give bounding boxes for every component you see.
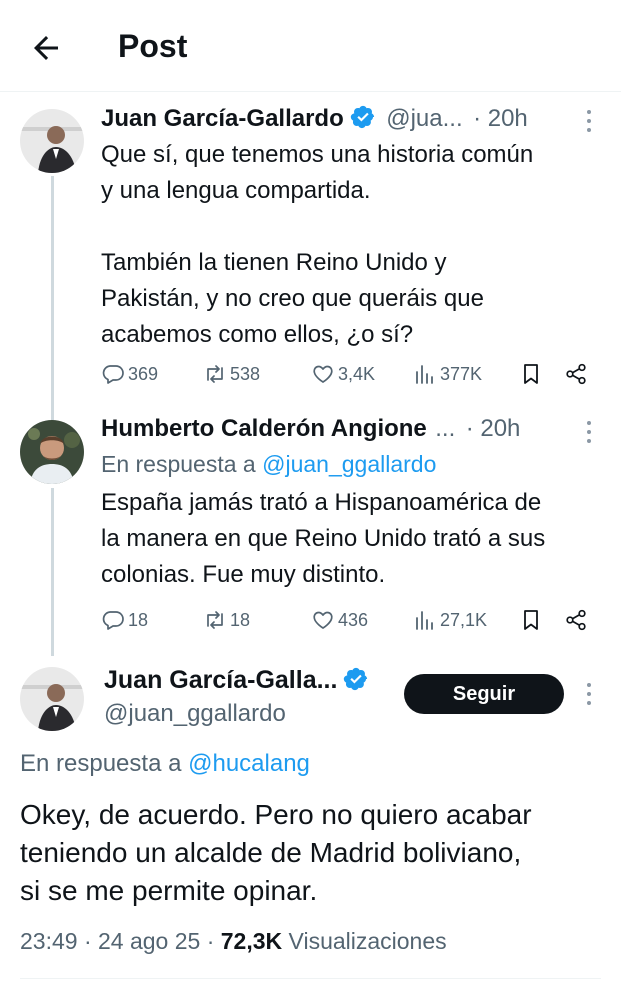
reply-count: 18 (128, 609, 149, 630)
bookmark-button[interactable] (519, 359, 546, 389)
like-button[interactable]: 436 (311, 605, 368, 635)
bookmark-icon (524, 364, 538, 384)
author-name[interactable]: Humberto Calderón Angione (101, 415, 427, 442)
like-count: 3,4K (338, 363, 376, 384)
thread-line (51, 176, 54, 422)
like-button[interactable]: 3,4K (311, 359, 375, 389)
post-actions: 369 538 3,4K 377K (101, 359, 601, 389)
verified-badge-icon (344, 667, 368, 691)
author-handle[interactable]: @juan_ggallardo (104, 700, 286, 728)
reply-prefix: En respuesta a (20, 750, 189, 777)
post-timestamp[interactable]: 23:49 · 24 ago 25 · (20, 928, 221, 954)
heart-icon (313, 365, 333, 383)
bookmark-button[interactable] (519, 605, 546, 635)
follow-button[interactable]: Seguir (404, 674, 564, 714)
divider (20, 978, 601, 979)
post-header: Juan García-Gallardo @jua... · 20h (101, 104, 528, 133)
verified-badge-icon (350, 105, 374, 129)
repost-button[interactable]: 538 (203, 359, 260, 389)
post-line: teniendo un alcalde de Madrid boliviano, (20, 837, 522, 868)
heart-icon (313, 611, 333, 629)
share-icon (566, 609, 586, 631)
post-text: España jamás trató a Hispanoamérica de l… (101, 485, 545, 593)
views-button[interactable]: 27,1K (413, 605, 487, 635)
post-time[interactable]: · 20h (466, 415, 521, 442)
page-title: Post (118, 28, 188, 64)
main-post-text: Okey, de acuerdo. Pero no quiero acabar … (20, 796, 532, 910)
main-post-header: Juan García-Galla... (104, 666, 369, 695)
back-arrow-icon[interactable] (28, 30, 64, 66)
more-options-icon[interactable] (582, 419, 596, 445)
author-name[interactable]: Juan García-Galla... (104, 666, 337, 694)
header: Post (0, 0, 621, 92)
post-line: y una lengua compartida. (101, 177, 371, 204)
reply-context: En respuesta a @hucalang (20, 750, 310, 778)
bookmark-icon (524, 610, 538, 630)
views-chart-icon (416, 611, 433, 630)
post-line: España jamás trató a Hispanoamérica de (101, 489, 542, 516)
author-name-ellipsis: ... (435, 415, 456, 442)
reply-icon (102, 365, 124, 384)
reply-button[interactable]: 369 (101, 359, 158, 389)
avatar[interactable] (20, 420, 84, 484)
thread-line (51, 488, 54, 656)
post-line (101, 209, 533, 245)
post-line: Que sí, que tenemos una historia común (101, 141, 534, 168)
repost-button[interactable]: 18 (203, 605, 250, 635)
repost-icon (207, 365, 223, 383)
header-divider (0, 91, 621, 92)
reply-mention-link[interactable]: @juan_ggallardo (262, 451, 436, 477)
views-count: 377K (440, 363, 483, 384)
repost-icon (207, 611, 223, 629)
views-count: 27,1K (440, 609, 488, 630)
post-line: También la tienen Reino Unido y (101, 249, 447, 276)
views-count: 72,3K (220, 928, 283, 954)
reply-icon (102, 611, 124, 630)
reply-button[interactable]: 18 (101, 605, 148, 635)
author-name[interactable]: Juan García-Gallardo (101, 105, 344, 132)
post-metadata: 23:49 · 24 ago 25 · 72,3K Visualizacione… (20, 928, 447, 955)
post-actions: 18 18 436 27,1K (101, 605, 601, 635)
reply-context: En respuesta a @juan_ggallardo (101, 451, 436, 478)
views-button[interactable]: 377K (413, 359, 482, 389)
like-count: 436 (338, 609, 369, 630)
reply-prefix: En respuesta a (101, 451, 263, 477)
share-icon (566, 363, 586, 385)
post-line: acabemos como ellos, ¿o sí? (101, 321, 414, 348)
post-header: Humberto Calderón Angione ... · 20h (101, 415, 520, 443)
post-line: colonias. Fue muy distinto. (101, 561, 386, 588)
post-line: Okey, de acuerdo. Pero no quiero acabar (20, 799, 532, 830)
repost-count: 18 (230, 609, 251, 630)
reply-count: 369 (128, 363, 159, 384)
post-text: Que sí, que tenemos una historia común y… (101, 137, 533, 353)
reply-mention-link[interactable]: @hucalang (188, 750, 310, 777)
avatar[interactable] (20, 109, 84, 173)
repost-count: 538 (230, 363, 261, 384)
post-time[interactable]: · 20h (473, 105, 528, 132)
share-button[interactable] (564, 605, 591, 635)
avatar[interactable] (20, 667, 84, 731)
post-line: si se me permite opinar. (20, 875, 318, 906)
post-line: la manera en que Reino Unido trató a sus (101, 525, 546, 552)
share-button[interactable] (564, 359, 591, 389)
more-options-icon[interactable] (582, 108, 596, 134)
more-options-icon[interactable] (582, 681, 596, 707)
views-label: Visualizaciones (282, 928, 447, 954)
views-chart-icon (416, 365, 433, 384)
author-handle[interactable]: @jua... (386, 105, 462, 132)
post-line: Pakistán, y no creo que queráis que (101, 285, 484, 312)
